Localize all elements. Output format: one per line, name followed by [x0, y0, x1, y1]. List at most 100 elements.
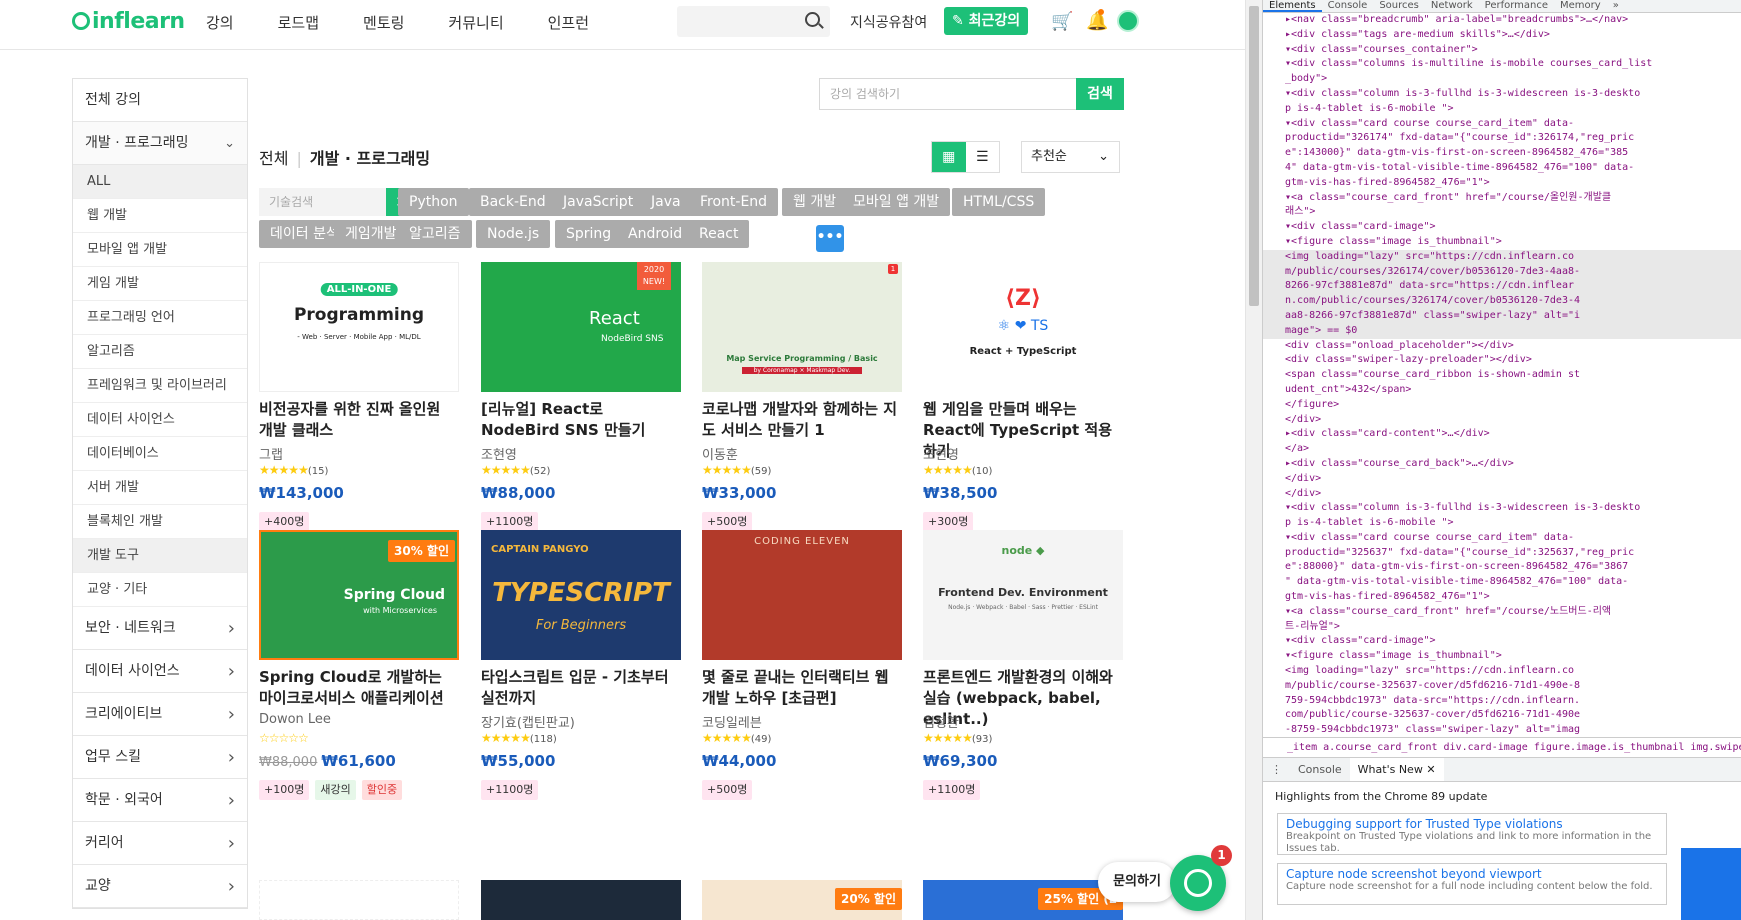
skill-tag[interactable]: React: [688, 220, 750, 248]
dom-line[interactable]: ▾<div class="card course course_card_ite…: [1263, 531, 1741, 546]
grid-view-icon[interactable]: ▦: [932, 142, 966, 172]
sidebar-subitem[interactable]: 프레임워크 및 라이브러리: [73, 369, 247, 403]
skill-tag[interactable]: 웹 개발: [782, 188, 848, 216]
skill-tag[interactable]: Front-End: [689, 188, 779, 216]
course-title[interactable]: 비전공자를 위한 진짜 올인원 개발 클래스: [259, 399, 459, 441]
dom-line[interactable]: </div>: [1263, 487, 1741, 502]
dom-line[interactable]: gtm-vis-has-fired-8964582_476="1">: [1263, 176, 1741, 191]
dom-line[interactable]: aa8-8266-97cf3881e87d" class="swiper-laz…: [1263, 308, 1741, 324]
dom-line[interactable]: -8759-594cbbdc1973" class="swiper-lazy" …: [1263, 723, 1741, 737]
dom-line[interactable]: mage"> == $0: [1263, 323, 1741, 339]
sort-select[interactable]: 추천순 ⌄: [1021, 141, 1120, 173]
sidebar-category[interactable]: 보안 · 네트워크 ›: [73, 607, 247, 650]
dom-line[interactable]: </figure>: [1263, 398, 1741, 413]
course-thumbnail[interactable]: CODING ELEVEN: [702, 530, 902, 660]
skill-tag[interactable]: 게임개발: [334, 220, 408, 248]
sidebar-subitem[interactable]: 데이터베이스: [73, 437, 247, 471]
share-knowledge-link[interactable]: 지식공유참여: [850, 12, 927, 32]
course-title[interactable]: 몇 줄로 끝내는 인터랙티브 웹 개발 노하우 [초급편]: [702, 667, 902, 709]
elements-tree[interactable]: ▸<nav class="breadcrumb" aria-label="bre…: [1263, 13, 1741, 737]
dom-line[interactable]: ▸<div class="card-content">…</div>: [1263, 427, 1741, 442]
nav-item[interactable]: 로드맵: [278, 12, 319, 33]
course-title[interactable]: 타입스크립트 입문 - 기초부터 실전까지: [481, 667, 681, 709]
recent-courses-button[interactable]: ✎ 최근강의: [944, 7, 1029, 35]
dom-line[interactable]: 트-리뉴얼">: [1263, 620, 1741, 635]
devtools-tab[interactable]: Network: [1425, 0, 1479, 12]
dom-line[interactable]: 4" data-gtm-vis-total-visible-time-89645…: [1263, 161, 1741, 176]
dom-line[interactable]: ▾<div class="card course course_card_ite…: [1263, 117, 1741, 132]
sidebar-subitem[interactable]: 서버 개발: [73, 471, 247, 505]
dom-line[interactable]: productid="325637" fxd-data="{"course_id…: [1263, 546, 1741, 561]
scrollbar-thumb[interactable]: [1249, 6, 1259, 306]
nav-item[interactable]: 커뮤니티: [448, 12, 503, 33]
sidebar-category[interactable]: 교양 ›: [73, 865, 247, 908]
course-title[interactable]: [리뉴얼] React로 NodeBird SNS 만들기: [481, 399, 681, 441]
dom-line[interactable]: gtm-vis-has-fired-8964582_476="1">: [1263, 590, 1741, 605]
skill-tag[interactable]: JavaScript: [552, 188, 645, 216]
skill-tag[interactable]: HTML/CSS: [952, 188, 1046, 216]
sidebar-subitem[interactable]: 개발 도구: [73, 539, 247, 573]
more-tags-button[interactable]: •••: [816, 225, 844, 252]
sidebar-category[interactable]: 커리어 ›: [73, 822, 247, 865]
nav-item[interactable]: 강의: [206, 12, 234, 33]
course-search-input[interactable]: 강의 검색하기: [819, 78, 1076, 110]
sidebar-subitem[interactable]: ALL: [73, 165, 247, 199]
sidebar-subitem[interactable]: 교양 · 기타: [73, 573, 247, 607]
dom-line[interactable]: p is-4-tablet is-6-mobile ">: [1263, 516, 1741, 531]
dom-line[interactable]: ▾<div class="card-image">: [1263, 634, 1741, 649]
dom-line[interactable]: e":88000}" data-gtm-vis-first-on-screen-…: [1263, 560, 1741, 575]
drawer-tab[interactable]: ⋮: [1263, 758, 1290, 781]
drawer-tab[interactable]: What's New ✕: [1349, 758, 1444, 781]
sidebar-category[interactable]: 크리에이티브 ›: [73, 693, 247, 736]
course-search-button[interactable]: 검색: [1076, 78, 1124, 110]
search-icon[interactable]: [805, 12, 820, 27]
dom-line[interactable]: productid="326174" fxd-data="{"course_id…: [1263, 131, 1741, 146]
inquiry-button[interactable]: 문의하기: [1098, 862, 1176, 902]
dom-line[interactable]: <img loading="lazy" src="https://cdn.inf…: [1263, 249, 1741, 265]
dom-line[interactable]: _body">: [1263, 72, 1741, 87]
skill-tag[interactable]: 모바일 앱 개발: [842, 188, 951, 216]
sidebar-subitem[interactable]: 웹 개발: [73, 199, 247, 233]
sidebar-category[interactable]: 학문 · 외국어 ›: [73, 779, 247, 822]
course-thumbnail[interactable]: 25% 할인 (E: [923, 880, 1123, 920]
skill-tag[interactable]: Node.js: [476, 220, 551, 248]
skill-tag[interactable]: Python: [398, 188, 469, 216]
devtools-tab[interactable]: Console: [1322, 0, 1374, 12]
course-thumbnail[interactable]: ALL-IN-ONE Programming - Web · Server · Mo…: [259, 262, 459, 392]
skill-tag[interactable]: Android: [617, 220, 694, 248]
dom-line[interactable]: m/public/course-325637-cover/d5fd6216-71…: [1263, 679, 1741, 694]
whats-new-item[interactable]: Capture node screenshot beyond viewport C…: [1277, 863, 1667, 905]
skill-tag[interactable]: 알고리즘: [398, 220, 472, 248]
list-view-icon[interactable]: ☰: [966, 142, 1000, 172]
devtools-tab[interactable]: »: [1607, 0, 1625, 12]
dom-line[interactable]: n.com/public/courses/326174/cover/b05361…: [1263, 294, 1741, 309]
course-title[interactable]: 코로나맵 개발자와 함께하는 지도 서비스 만들기 1: [702, 399, 902, 441]
dom-line[interactable]: 8266-97cf3881e87d" data-src="https://cdn…: [1263, 279, 1741, 295]
course-thumbnail[interactable]: CAPTAIN PANGYO TYPESCRIPT For Beginners: [481, 530, 681, 660]
dom-line[interactable]: ▸<div class="course_card_back">…</div>: [1263, 457, 1741, 472]
course-thumbnail[interactable]: [481, 880, 681, 920]
nav-item[interactable]: 멘토링: [363, 12, 404, 33]
dom-line[interactable]: ▾<a class="course_card_front" href="/cou…: [1263, 605, 1741, 620]
dom-line[interactable]: udent_cnt">432</span>: [1263, 383, 1741, 398]
course-thumbnail[interactable]: 1 Map Service Programming / Basic by Coron…: [702, 262, 902, 392]
devtools-tab[interactable]: Memory: [1554, 0, 1607, 12]
breadcrumb-root[interactable]: 전체: [259, 149, 288, 168]
skill-tag[interactable]: Back-End: [469, 188, 557, 216]
dom-line[interactable]: ▸<div class="tags are-medium skills">…</…: [1263, 28, 1741, 43]
sidebar-subitem[interactable]: 게임 개발: [73, 267, 247, 301]
devtools-tab[interactable]: Performance: [1479, 0, 1554, 12]
dom-line[interactable]: e":143000}" data-gtm-vis-first-on-screen…: [1263, 146, 1741, 161]
sidebar-category[interactable]: 데이터 사이언스 ›: [73, 650, 247, 693]
skill-tag[interactable]: Spring: [555, 220, 623, 248]
sidebar-category[interactable]: 업무 스킬 ›: [73, 736, 247, 779]
course-thumbnail[interactable]: 20% 할인: [702, 880, 902, 920]
dom-line[interactable]: p is-4-tablet is-6-mobile ">: [1263, 102, 1741, 117]
whats-new-item[interactable]: Debugging support for Trusted Type viola…: [1277, 813, 1667, 855]
dom-line[interactable]: ▾<div class="courses_container">: [1263, 43, 1741, 58]
profile-icon[interactable]: [1117, 10, 1139, 32]
cart-icon[interactable]: 🛒: [1051, 11, 1073, 33]
dom-line[interactable]: ▾<div class="column is-3-fullhd is-3-wid…: [1263, 87, 1741, 102]
sidebar-category-open[interactable]: 개발 · 프로그래밍 ⌄: [73, 122, 247, 165]
sidebar-subitem[interactable]: 데이터 사이언스: [73, 403, 247, 437]
